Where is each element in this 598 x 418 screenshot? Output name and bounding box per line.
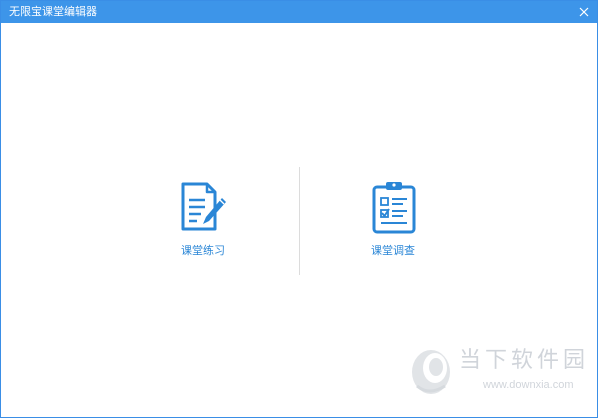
clipboard-checklist-icon [372,182,416,234]
close-icon [579,7,589,17]
watermark-url: www.downxia.com [483,379,574,391]
app-window: 无限宝课堂编辑器 课堂练习 课堂调查 当下软件园 www.downxia.com [0,0,598,418]
vertical-divider [299,167,300,275]
title-bar[interactable]: 无限宝课堂编辑器 [1,1,597,23]
document-pen-icon [181,182,226,231]
close-button[interactable] [575,3,593,21]
classroom-survey-button[interactable]: 课堂调查 [348,181,438,265]
classroom-exercise-button[interactable]: 课堂练习 [158,181,248,265]
watermark-brand: 当下软件园 [459,348,590,373]
watermark: 当下软件园 www.downxia.com [409,346,589,396]
downxia-logo-icon [412,350,450,394]
window-title: 无限宝课堂编辑器 [9,5,97,18]
classroom-survey-label: 课堂调查 [371,244,415,257]
classroom-exercise-label: 课堂练习 [181,244,225,257]
